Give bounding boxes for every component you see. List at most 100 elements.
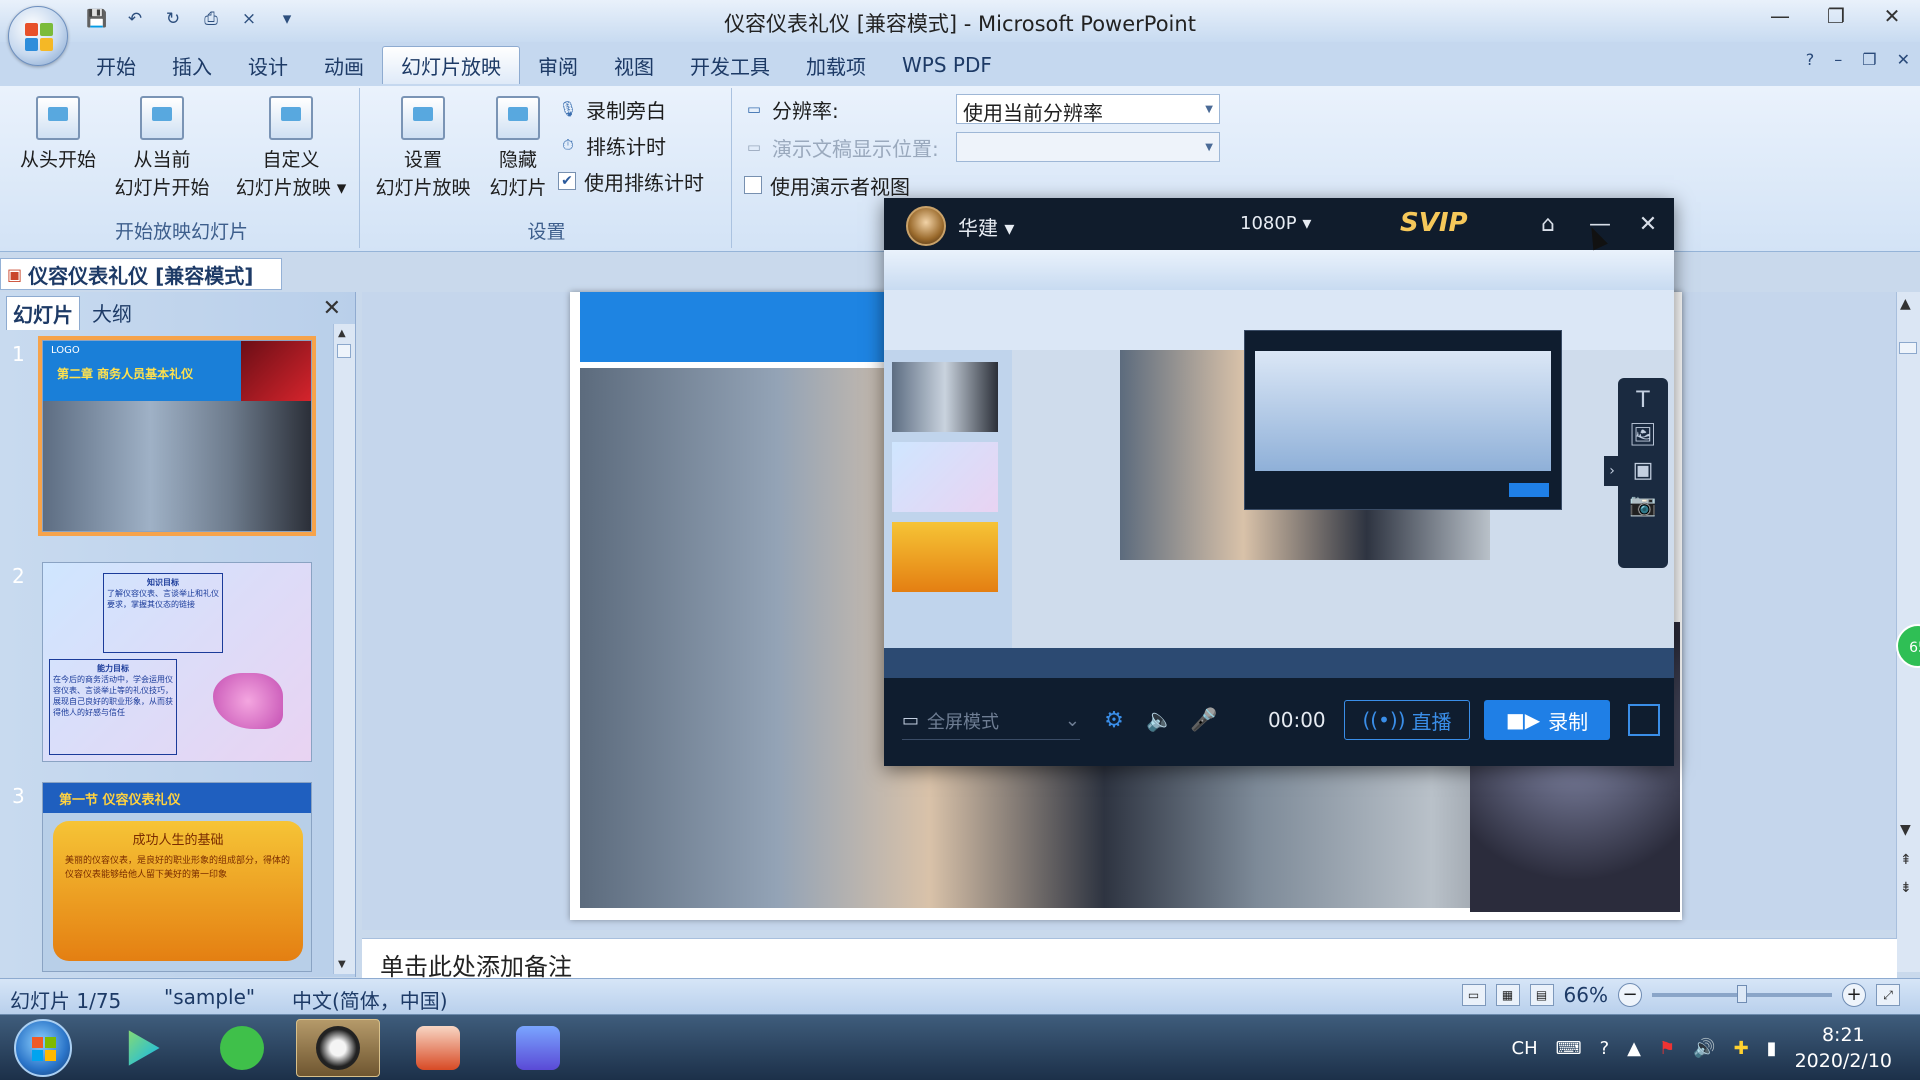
- zoom-slider-thumb[interactable]: [1737, 985, 1747, 1003]
- tab-slides[interactable]: 幻灯片: [6, 296, 80, 330]
- tab-view[interactable]: 视图: [596, 46, 672, 84]
- slide-thumbnail-1[interactable]: LOGO 第二章 商务人员基本礼仪: [38, 336, 316, 536]
- ribbon-minimize-button[interactable]: –: [1834, 50, 1842, 69]
- quality-select[interactable]: 1080P ▾: [1240, 213, 1311, 234]
- tab-slide-show[interactable]: 幻灯片放映: [382, 46, 520, 84]
- slide-sorter-icon[interactable]: ▦: [1495, 984, 1520, 1006]
- slide-number: 3: [12, 784, 25, 808]
- recorder-app-icon[interactable]: [296, 1019, 380, 1077]
- thumb-title: 第二章 商务人员基本礼仪: [57, 367, 194, 381]
- tab-insert[interactable]: 插入: [154, 46, 230, 84]
- hide-slide-icon: [496, 96, 540, 140]
- dropdown-arrow-icon: ▼: [1205, 142, 1213, 153]
- picture-in-picture-icon[interactable]: ▣: [1633, 458, 1654, 483]
- powerpoint-icon[interactable]: [396, 1019, 480, 1077]
- scroll-down-icon[interactable]: ▼: [1900, 822, 1911, 838]
- expand-panel-icon[interactable]: [1628, 704, 1660, 736]
- keyboard-icon[interactable]: ⌨: [1556, 1038, 1582, 1059]
- document-tab[interactable]: ▣ 仪容仪表礼仪 [兼容模式]: [0, 258, 282, 290]
- tab-outline[interactable]: 大纲: [86, 296, 138, 330]
- title-bar: 💾 ↶ ↻ ⎙ × ▾ 仪容仪表礼仪 [兼容模式] - Microsoft Po…: [0, 0, 1920, 42]
- zoom-out-icon[interactable]: −: [1618, 983, 1642, 1007]
- tab-add-ins[interactable]: 加载项: [788, 46, 884, 84]
- tab-animations[interactable]: 动画: [306, 46, 382, 84]
- normal-view-icon[interactable]: ▭: [1461, 984, 1486, 1006]
- taskbar: CH ⌨ ? ▲ ⚑ 🔊 ✚ ▮ 8:21 2020/2/10: [0, 1014, 1920, 1080]
- settings-gear-icon[interactable]: ⚙: [1098, 704, 1130, 736]
- presenter-view-checkbox[interactable]: 使用演示者视图: [744, 170, 910, 200]
- reading-view-icon[interactable]: ▤: [1529, 984, 1554, 1006]
- setup-show-button[interactable]: 设置 幻灯片放映: [364, 96, 482, 202]
- from-beginning-button[interactable]: 从头开始: [8, 96, 108, 174]
- record-narration-button[interactable]: 🎙 录制旁白: [558, 94, 666, 124]
- language-indicator[interactable]: 中文(简体，中国): [292, 985, 448, 1014]
- checkbox-unchecked[interactable]: [744, 176, 762, 194]
- screen-recorder-window: 华建 ▾ 1080P ▾ SVIP ⌂ — ✕ ▭ 全屏模式 ⌄ ⚙ 🔈 🎤 0…: [884, 198, 1674, 766]
- previous-slide-icon[interactable]: ⇞: [1900, 852, 1912, 868]
- close-button[interactable]: ✕: [1864, 0, 1920, 32]
- volume-icon[interactable]: 🔊: [1693, 1038, 1715, 1059]
- show-hidden-icons[interactable]: ▲: [1627, 1038, 1641, 1059]
- panel-scrollbar[interactable]: ▲ ▼: [333, 324, 355, 974]
- rehearse-timings-button[interactable]: ⏱ 排练计时: [558, 130, 666, 160]
- ribbon-restore-button[interactable]: ❐: [1862, 50, 1876, 69]
- use-timings-checkbox[interactable]: ✔ 使用排练计时: [558, 166, 704, 196]
- ribbon-close-button[interactable]: ✕: [1897, 50, 1910, 69]
- home-icon[interactable]: ⌂: [1532, 208, 1564, 240]
- from-current-button[interactable]: 从当前 幻灯片开始: [102, 96, 222, 202]
- restore-button[interactable]: ❐: [1808, 0, 1864, 32]
- zoom-level[interactable]: 66%: [1564, 983, 1608, 1007]
- ribbon-tab-bar: 开始 插入 设计 动画 幻灯片放映 审阅 视图 开发工具 加载项 WPS PDF…: [0, 42, 1920, 86]
- battery-icon[interactable]: ▮: [1767, 1038, 1777, 1059]
- microphone-icon[interactable]: 🎤: [1188, 704, 1220, 736]
- custom-show-icon: [269, 96, 313, 140]
- hide-slide-button[interactable]: 隐藏 幻灯片: [480, 96, 556, 202]
- zoom-in-icon[interactable]: +: [1842, 983, 1866, 1007]
- tab-design[interactable]: 设计: [230, 46, 306, 84]
- help-tray-icon[interactable]: ?: [1600, 1038, 1610, 1059]
- start-button[interactable]: [14, 1019, 72, 1077]
- fit-window-icon[interactable]: ⤢: [1876, 984, 1900, 1006]
- capture-mode-select[interactable]: ▭ 全屏模式 ⌄: [902, 702, 1080, 740]
- image-tool-icon[interactable]: 🖼: [1629, 423, 1657, 448]
- record-button[interactable]: ■▶ 录制: [1484, 700, 1610, 740]
- scroll-up-icon[interactable]: ▲: [338, 328, 346, 339]
- scroll-thumb[interactable]: [1899, 342, 1917, 354]
- security-shield-icon[interactable]: ✚: [1734, 1038, 1749, 1059]
- tab-home[interactable]: 开始: [78, 46, 154, 84]
- clock[interactable]: 8:21 2020/2/10: [1795, 1022, 1892, 1074]
- contacts-icon[interactable]: [496, 1019, 580, 1077]
- avatar[interactable]: [906, 206, 946, 246]
- resolution-select[interactable]: 使用当前分辨率 ▼: [956, 94, 1220, 125]
- help-icon[interactable]: ?: [1806, 50, 1815, 69]
- svip-badge[interactable]: SVIP: [1400, 208, 1468, 238]
- speaker-icon[interactable]: 🔈: [1144, 704, 1176, 736]
- scroll-thumb[interactable]: [337, 344, 351, 358]
- action-center-flag-icon[interactable]: ⚑: [1659, 1038, 1675, 1059]
- recorder-close-button[interactable]: ✕: [1632, 208, 1664, 240]
- scroll-down-icon[interactable]: ▼: [338, 959, 346, 970]
- media-player-icon[interactable]: [100, 1019, 184, 1077]
- scroll-up-icon[interactable]: ▲: [1900, 296, 1911, 312]
- slide-thumbnail-3[interactable]: 第一节 仪容仪表礼仪 成功人生的基础 美丽的仪容仪表，是良好的职业形象的组成部分…: [42, 782, 312, 972]
- live-stream-button[interactable]: ((•)) 直播: [1344, 700, 1470, 740]
- language-bar[interactable]: CH: [1512, 1038, 1538, 1059]
- slide-thumbnail-2[interactable]: 知识目标 了解仪容仪表、言谈举止和礼仪要求，掌握其仪态的链接 能力目标 在今后的…: [42, 562, 312, 762]
- text-tool-icon[interactable]: T: [1636, 388, 1649, 413]
- zoom-slider[interactable]: [1652, 985, 1832, 1003]
- tab-wps-pdf[interactable]: WPS PDF: [884, 46, 1010, 84]
- custom-show-button[interactable]: 自定义 幻灯片放映 ▾: [226, 96, 356, 202]
- office-button[interactable]: [8, 6, 68, 66]
- wechat-icon[interactable]: [200, 1019, 284, 1077]
- notes-pane[interactable]: 单击此处添加备注: [362, 938, 1897, 981]
- checkbox-checked[interactable]: ✔: [558, 172, 576, 190]
- minimize-button[interactable]: —: [1752, 0, 1808, 32]
- show-on-select[interactable]: ▼: [956, 132, 1220, 162]
- next-slide-icon[interactable]: ⇟: [1900, 880, 1912, 896]
- tab-developer[interactable]: 开发工具: [672, 46, 788, 84]
- preview-thumb: [892, 522, 998, 592]
- screenshot-camera-icon[interactable]: 📷: [1629, 493, 1656, 518]
- panel-close-button[interactable]: ✕: [323, 296, 341, 321]
- user-menu[interactable]: 华建 ▾: [958, 212, 1014, 241]
- tab-review[interactable]: 审阅: [520, 46, 596, 84]
